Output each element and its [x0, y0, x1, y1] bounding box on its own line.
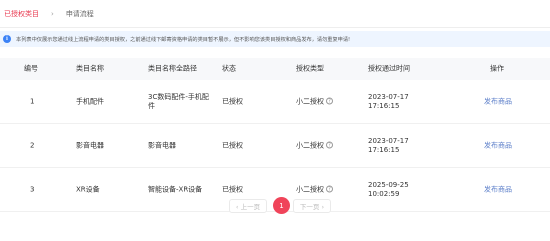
- breadcrumb: 已授权类目 › 申请流程: [0, 0, 550, 28]
- header-index: 编号: [24, 64, 38, 73]
- prev-page-button[interactable]: ‹ 上一页: [229, 199, 267, 213]
- row-status: 已授权: [222, 97, 243, 105]
- breadcrumb-next[interactable]: 申请流程: [66, 9, 94, 19]
- table-row: 2 影音电器 影音电器 已授权 小二授权? 2023-07-17 17:16:1…: [0, 124, 550, 168]
- notice-text: 本列表中仅展示您通过线上流程申请的类目授权，之前通过线下邮寄资格申请的类目暂不展…: [16, 36, 351, 43]
- row-auth-time: 2023-07-17 17:16:15: [368, 92, 409, 110]
- row-category-name: 手机配件: [76, 97, 104, 105]
- publish-product-link[interactable]: 发布商品: [484, 185, 524, 194]
- row-category-name: 影音电器: [76, 141, 104, 149]
- row-category-path: 3C数码配件-手机配件: [148, 92, 209, 110]
- row-index: 3: [30, 185, 35, 193]
- row-category-name: XR设备: [76, 185, 100, 193]
- current-page-button[interactable]: 1: [273, 197, 290, 214]
- header-auth-time: 授权通过时间: [368, 64, 410, 73]
- publish-product-link[interactable]: 发布商品: [484, 97, 524, 106]
- help-icon[interactable]: ?: [326, 97, 333, 105]
- row-index: 1: [30, 97, 35, 105]
- header-auth-type: 授权类型: [296, 64, 324, 73]
- pagination: ‹ 上一页 1 下一页 ›: [0, 196, 550, 216]
- help-icon[interactable]: ?: [326, 185, 333, 193]
- row-auth-type: 小二授权?: [296, 97, 356, 106]
- publish-product-link[interactable]: 发布商品: [484, 141, 524, 150]
- info-icon: i: [3, 35, 11, 43]
- table-row: 1 手机配件 3C数码配件-手机配件 已授权 小二授权? 2023-07-17 …: [0, 80, 550, 124]
- row-auth-type: 小二授权?: [296, 185, 356, 194]
- header-category-path: 类目名称全路径: [148, 64, 197, 73]
- row-index: 2: [30, 141, 35, 149]
- breadcrumb-current[interactable]: 已授权类目: [4, 9, 39, 19]
- next-page-button[interactable]: 下一页 ›: [293, 199, 331, 213]
- table-header: 编号 类目名称 类目名称全路径 状态 授权类型 授权通过时间 操作: [0, 58, 550, 80]
- header-category-name: 类目名称: [76, 64, 104, 73]
- header-status: 状态: [222, 64, 236, 73]
- row-status: 已授权: [222, 185, 243, 193]
- row-status: 已授权: [222, 141, 243, 149]
- row-category-path: 影音电器: [148, 141, 176, 149]
- header-operation: 操作: [490, 64, 504, 73]
- row-auth-type: 小二授权?: [296, 141, 356, 150]
- row-auth-time: 2023-07-17 17:16:15: [368, 136, 409, 154]
- help-icon[interactable]: ?: [326, 141, 333, 149]
- notice-banner: i 本列表中仅展示您通过线上流程申请的类目授权，之前通过线下邮寄资格申请的类目暂…: [0, 31, 550, 47]
- category-table: 编号 类目名称 类目名称全路径 状态 授权类型 授权通过时间 操作 1 手机配件…: [0, 58, 550, 212]
- row-category-path: 智能设备-XR设备: [148, 185, 203, 193]
- breadcrumb-separator-icon: ›: [51, 9, 54, 18]
